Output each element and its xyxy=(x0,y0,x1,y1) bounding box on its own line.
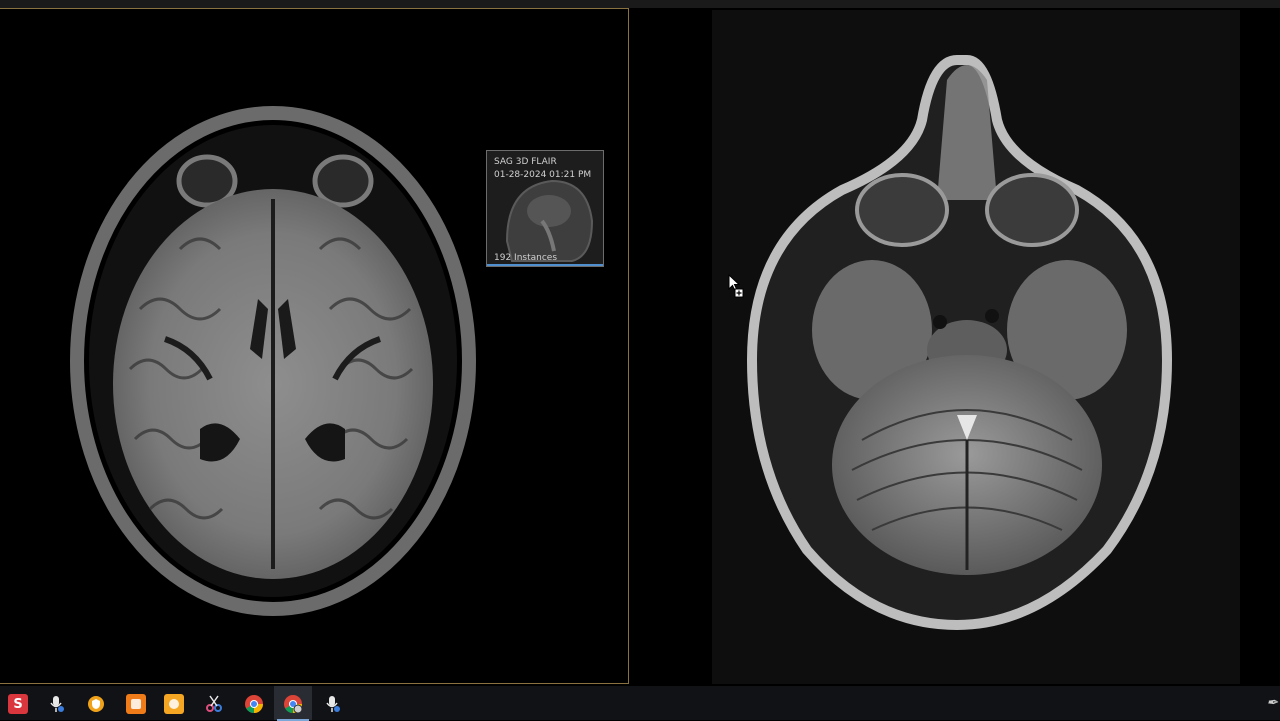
vpn-shield-icon[interactable] xyxy=(86,694,106,714)
orange-box-app-icon[interactable] xyxy=(164,694,184,714)
sagittal-thumbnail-image xyxy=(487,151,603,266)
top-bar xyxy=(0,0,1280,8)
thumbnail-instance-count: 192 Instances xyxy=(494,253,558,263)
chrome-icon[interactable] xyxy=(244,694,264,714)
voice-access-mic-icon[interactable] xyxy=(46,694,66,714)
snipping-tool-icon[interactable] xyxy=(204,694,224,714)
axial-t2-image xyxy=(746,55,1173,631)
series-thumbnail[interactable]: SAG 3D FLAIR 01-28-2024 01:21 PM 192 Ins… xyxy=(486,150,604,267)
orange-app-icon[interactable] xyxy=(126,694,146,714)
pen-icon[interactable]: ✒ xyxy=(1266,695,1278,711)
thumbnail-selection-bar xyxy=(487,264,603,266)
chrome-profile-icon[interactable] xyxy=(277,694,309,721)
thumbnail-title: SAG 3D FLAIR xyxy=(494,157,557,167)
taskbar: S xyxy=(0,686,1280,721)
viewport-left[interactable] xyxy=(0,8,629,684)
axial-flair-image xyxy=(70,106,476,616)
voice-recorder-mic-icon[interactable] xyxy=(322,694,342,714)
viewport-right[interactable] xyxy=(634,8,1280,684)
drag-copy-cursor-icon xyxy=(728,274,744,298)
wps-office-icon[interactable]: S xyxy=(8,694,28,714)
right-edge-strip xyxy=(1240,8,1280,684)
thumbnail-datetime: 01-28-2024 01:21 PM xyxy=(494,170,592,180)
